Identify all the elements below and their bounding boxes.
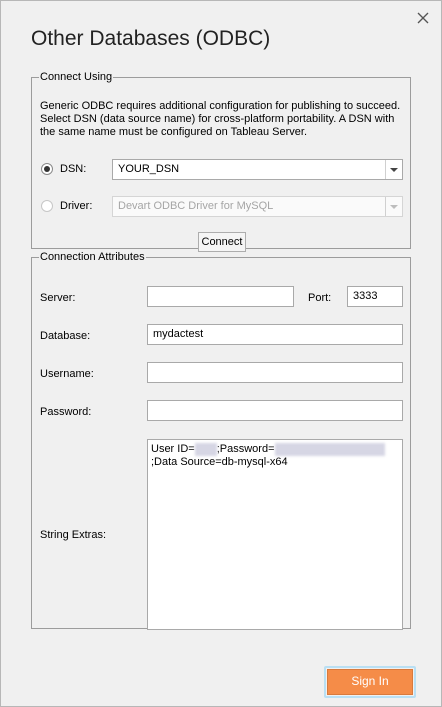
dialog-title: Other Databases (ODBC) (31, 27, 271, 50)
database-input[interactable]: mydactest (147, 324, 403, 345)
close-icon[interactable] (415, 10, 431, 26)
redacted-password: xxxxxxxxxxxxxxxxxxxx (274, 443, 385, 456)
connect-using-group: Connect Using Generic ODBC requires addi… (31, 71, 411, 252)
string-extras-password-prefix: ;Password= (216, 443, 275, 455)
username-label: Username: (40, 368, 94, 380)
dsn-selected-value: YOUR_DSN (118, 163, 180, 175)
username-input[interactable] (147, 362, 403, 383)
connect-description: Generic ODBC requires additional configu… (40, 100, 401, 138)
connection-attributes-legend: Connection Attributes (40, 251, 145, 263)
chevron-down-icon[interactable] (385, 197, 402, 216)
string-extras-label: String Extras: (40, 529, 107, 541)
password-label: Password: (40, 406, 92, 418)
string-extras-textarea[interactable]: User ID=xxxx;Password=xxxxxxxxxxxxxxxxxx… (147, 439, 403, 630)
driver-selected-value: Devart ODBC Driver for MySQL (118, 200, 274, 212)
dsn-label: DSN: (60, 163, 87, 175)
driver-label: Driver: (60, 200, 93, 212)
sign-in-label: Sign In (327, 669, 413, 695)
string-extras-datasource: ;Data Source=db-mysql-x64 (151, 456, 288, 468)
server-label: Server: (40, 292, 76, 304)
dsn-select[interactable]: YOUR_DSN (112, 159, 403, 180)
dsn-radio[interactable] (41, 163, 53, 175)
odbc-dialog: Other Databases (ODBC) Connect Using Gen… (0, 0, 442, 707)
connection-attributes-group: Connection Attributes Server: Port: 3333… (31, 251, 411, 630)
driver-select[interactable]: Devart ODBC Driver for MySQL (112, 196, 403, 217)
database-label: Database: (40, 330, 91, 342)
redacted-user-id: xxxx (194, 443, 217, 456)
password-input[interactable] (147, 400, 403, 421)
string-extras-user-prefix: User ID= (151, 443, 195, 455)
connect-button[interactable]: Connect (198, 232, 246, 252)
sign-in-button[interactable]: Sign In (324, 666, 416, 698)
port-input[interactable]: 3333 (347, 286, 403, 307)
port-label: Port: (308, 292, 332, 304)
chevron-down-icon[interactable] (385, 160, 402, 179)
server-input[interactable] (147, 286, 294, 307)
driver-radio[interactable] (41, 200, 53, 212)
connect-using-legend: Connect Using (40, 71, 113, 83)
